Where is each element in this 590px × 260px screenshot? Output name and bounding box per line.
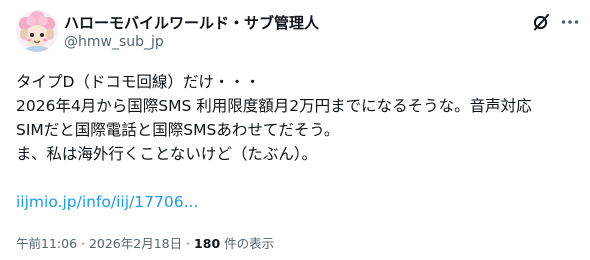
post-link[interactable]: iijmio.jp/info/iij/17706... <box>16 193 198 211</box>
avatar[interactable] <box>16 10 58 52</box>
meta-separator: · <box>182 236 195 251</box>
author-display-name[interactable]: ハローモバイルワールド・サブ管理人 <box>64 12 319 33</box>
post-date[interactable]: 2026年2月18日 <box>89 236 182 251</box>
more-options-icon[interactable] <box>560 12 580 32</box>
meta-separator: · <box>77 236 89 251</box>
post-card: ハローモバイルワールド・サブ管理人 @hmw_sub_jp タイプD（ドコモ回線… <box>0 0 590 260</box>
post-meta: 午前11:06 · 2026年2月18日 · 180 件の表示 <box>16 233 274 252</box>
post-text-line: 2026年4月から国際SMS 利用限度額月2万円までになるそうな。音声対応 <box>16 97 532 115</box>
post-time[interactable]: 午前11:06 <box>16 236 77 251</box>
views-label: 件の表示 <box>220 236 275 251</box>
post-text-line: SIMだと国際電話と国際SMSあわせてだそう。 <box>16 121 340 139</box>
post-text-line: タイプD（ドコモ回線）だけ・・・ <box>16 73 261 91</box>
post-text-line: ま、私は海外行くことないけど（たぶん）。 <box>16 145 318 163</box>
author-handle[interactable]: @hmw_sub_jp <box>64 34 164 50</box>
post-text: タイプD（ドコモ回線）だけ・・・ 2026年4月から国際SMS 利用限度額月2万… <box>16 70 581 166</box>
pink-sheep-avatar-icon <box>16 10 58 52</box>
grok-icon[interactable] <box>531 12 551 32</box>
views-count: 180 <box>194 236 221 251</box>
